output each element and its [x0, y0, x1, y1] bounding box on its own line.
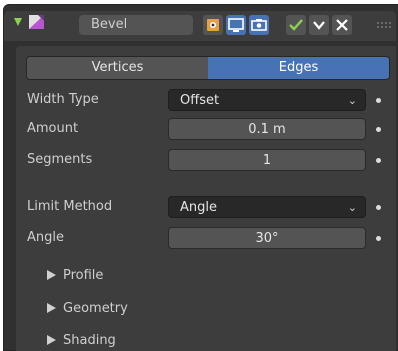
- tab-vertices[interactable]: Vertices: [27, 57, 208, 79]
- limit-method-label: Limit Method: [27, 199, 113, 214]
- chevron-down-icon: ⌄: [347, 201, 357, 214]
- close-icon[interactable]: [332, 15, 352, 35]
- edit-mode-icon[interactable]: [203, 15, 223, 35]
- modifier-name-field[interactable]: Bevel: [79, 15, 193, 35]
- segments-field[interactable]: 1: [168, 149, 366, 171]
- subpanel-profile-label: Profile: [63, 268, 104, 283]
- bevel-modifier-icon: [29, 15, 44, 29]
- angle-label: Angle: [27, 230, 64, 245]
- dropdown-chevron-icon[interactable]: [309, 15, 329, 35]
- width-type-value: Offset: [180, 93, 220, 108]
- expand-arrow-icon: [47, 270, 56, 280]
- tab-edges[interactable]: Edges: [208, 57, 389, 79]
- expand-arrow-icon[interactable]: [14, 18, 22, 26]
- chevron-down-icon: ⌄: [347, 94, 357, 107]
- expand-arrow-icon: [47, 303, 56, 313]
- subpanel-geometry-label: Geometry: [63, 301, 128, 316]
- width-type-dropdown[interactable]: Offset ⌄: [168, 89, 366, 111]
- width-type-label: Width Type: [27, 92, 99, 107]
- subpanel-shading-label: Shading: [63, 333, 116, 348]
- limit-method-value: Angle: [180, 200, 217, 215]
- animate-dot-icon[interactable]: [376, 98, 381, 103]
- animate-dot-icon[interactable]: [376, 158, 381, 163]
- drag-grip-icon[interactable]: [377, 21, 391, 29]
- subpanel-geometry[interactable]: Geometry: [47, 301, 128, 316]
- amount-field[interactable]: 0.1 m: [168, 118, 366, 140]
- viewport-display-icon[interactable]: [226, 15, 246, 35]
- segments-label: Segments: [27, 152, 93, 167]
- angle-field[interactable]: 30°: [168, 227, 366, 249]
- limit-method-dropdown[interactable]: Angle ⌄: [168, 196, 366, 218]
- subpanel-profile[interactable]: Profile: [47, 268, 103, 283]
- animate-dot-icon[interactable]: [376, 236, 381, 241]
- subpanel-shading[interactable]: Shading: [47, 333, 116, 348]
- amount-label: Amount: [27, 121, 79, 136]
- apply-check-icon[interactable]: [286, 15, 306, 35]
- render-camera-icon[interactable]: [249, 15, 269, 35]
- animate-dot-icon[interactable]: [376, 205, 381, 210]
- animate-dot-icon[interactable]: [376, 127, 381, 132]
- expand-arrow-icon: [47, 335, 56, 345]
- affect-tabs: Vertices Edges: [26, 56, 390, 80]
